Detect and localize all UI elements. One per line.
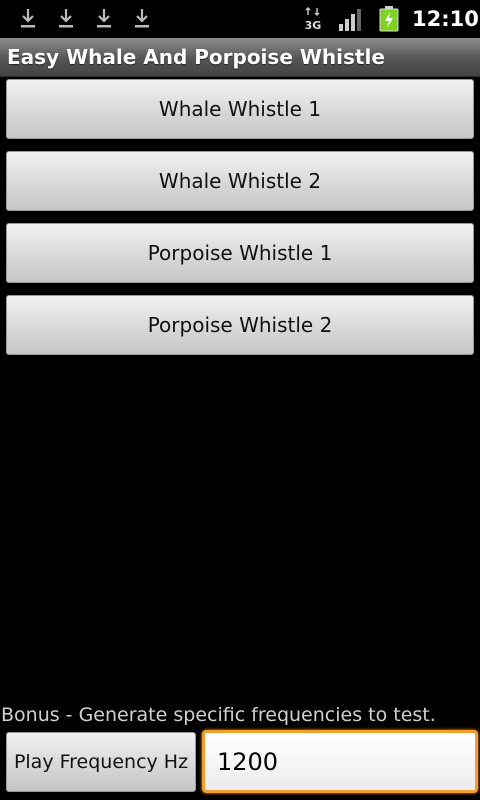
download-icon <box>59 9 73 28</box>
play-frequency-button[interactable]: Play Frequency Hz <box>6 732 196 792</box>
battery-charging-icon <box>379 6 399 32</box>
network-3g-icon: 3G <box>305 7 322 31</box>
download-icon <box>97 9 111 28</box>
phone-screen: 3G 12:10 Easy Whale And Porpoise Whistle… <box>0 0 480 800</box>
bonus-label: Bonus - Generate specific frequencies to… <box>1 704 436 726</box>
signal-icon <box>339 9 361 31</box>
app-title: Easy Whale And Porpoise Whistle <box>7 45 385 69</box>
porpoise-whistle-2-button[interactable]: Porpoise Whistle 2 <box>6 295 474 355</box>
whale-whistle-1-button[interactable]: Whale Whistle 1 <box>6 79 474 139</box>
status-clock: 12:10 <box>412 7 479 31</box>
download-icon <box>21 9 35 28</box>
whale-whistle-2-button[interactable]: Whale Whistle 2 <box>6 151 474 211</box>
network-type-label: 3G <box>305 19 322 31</box>
download-icon <box>135 9 149 28</box>
frequency-input[interactable] <box>202 730 478 793</box>
app-title-bar: Easy Whale And Porpoise Whistle <box>0 38 480 77</box>
status-bar: 3G 12:10 <box>0 0 480 38</box>
porpoise-whistle-1-button[interactable]: Porpoise Whistle 1 <box>6 223 474 283</box>
